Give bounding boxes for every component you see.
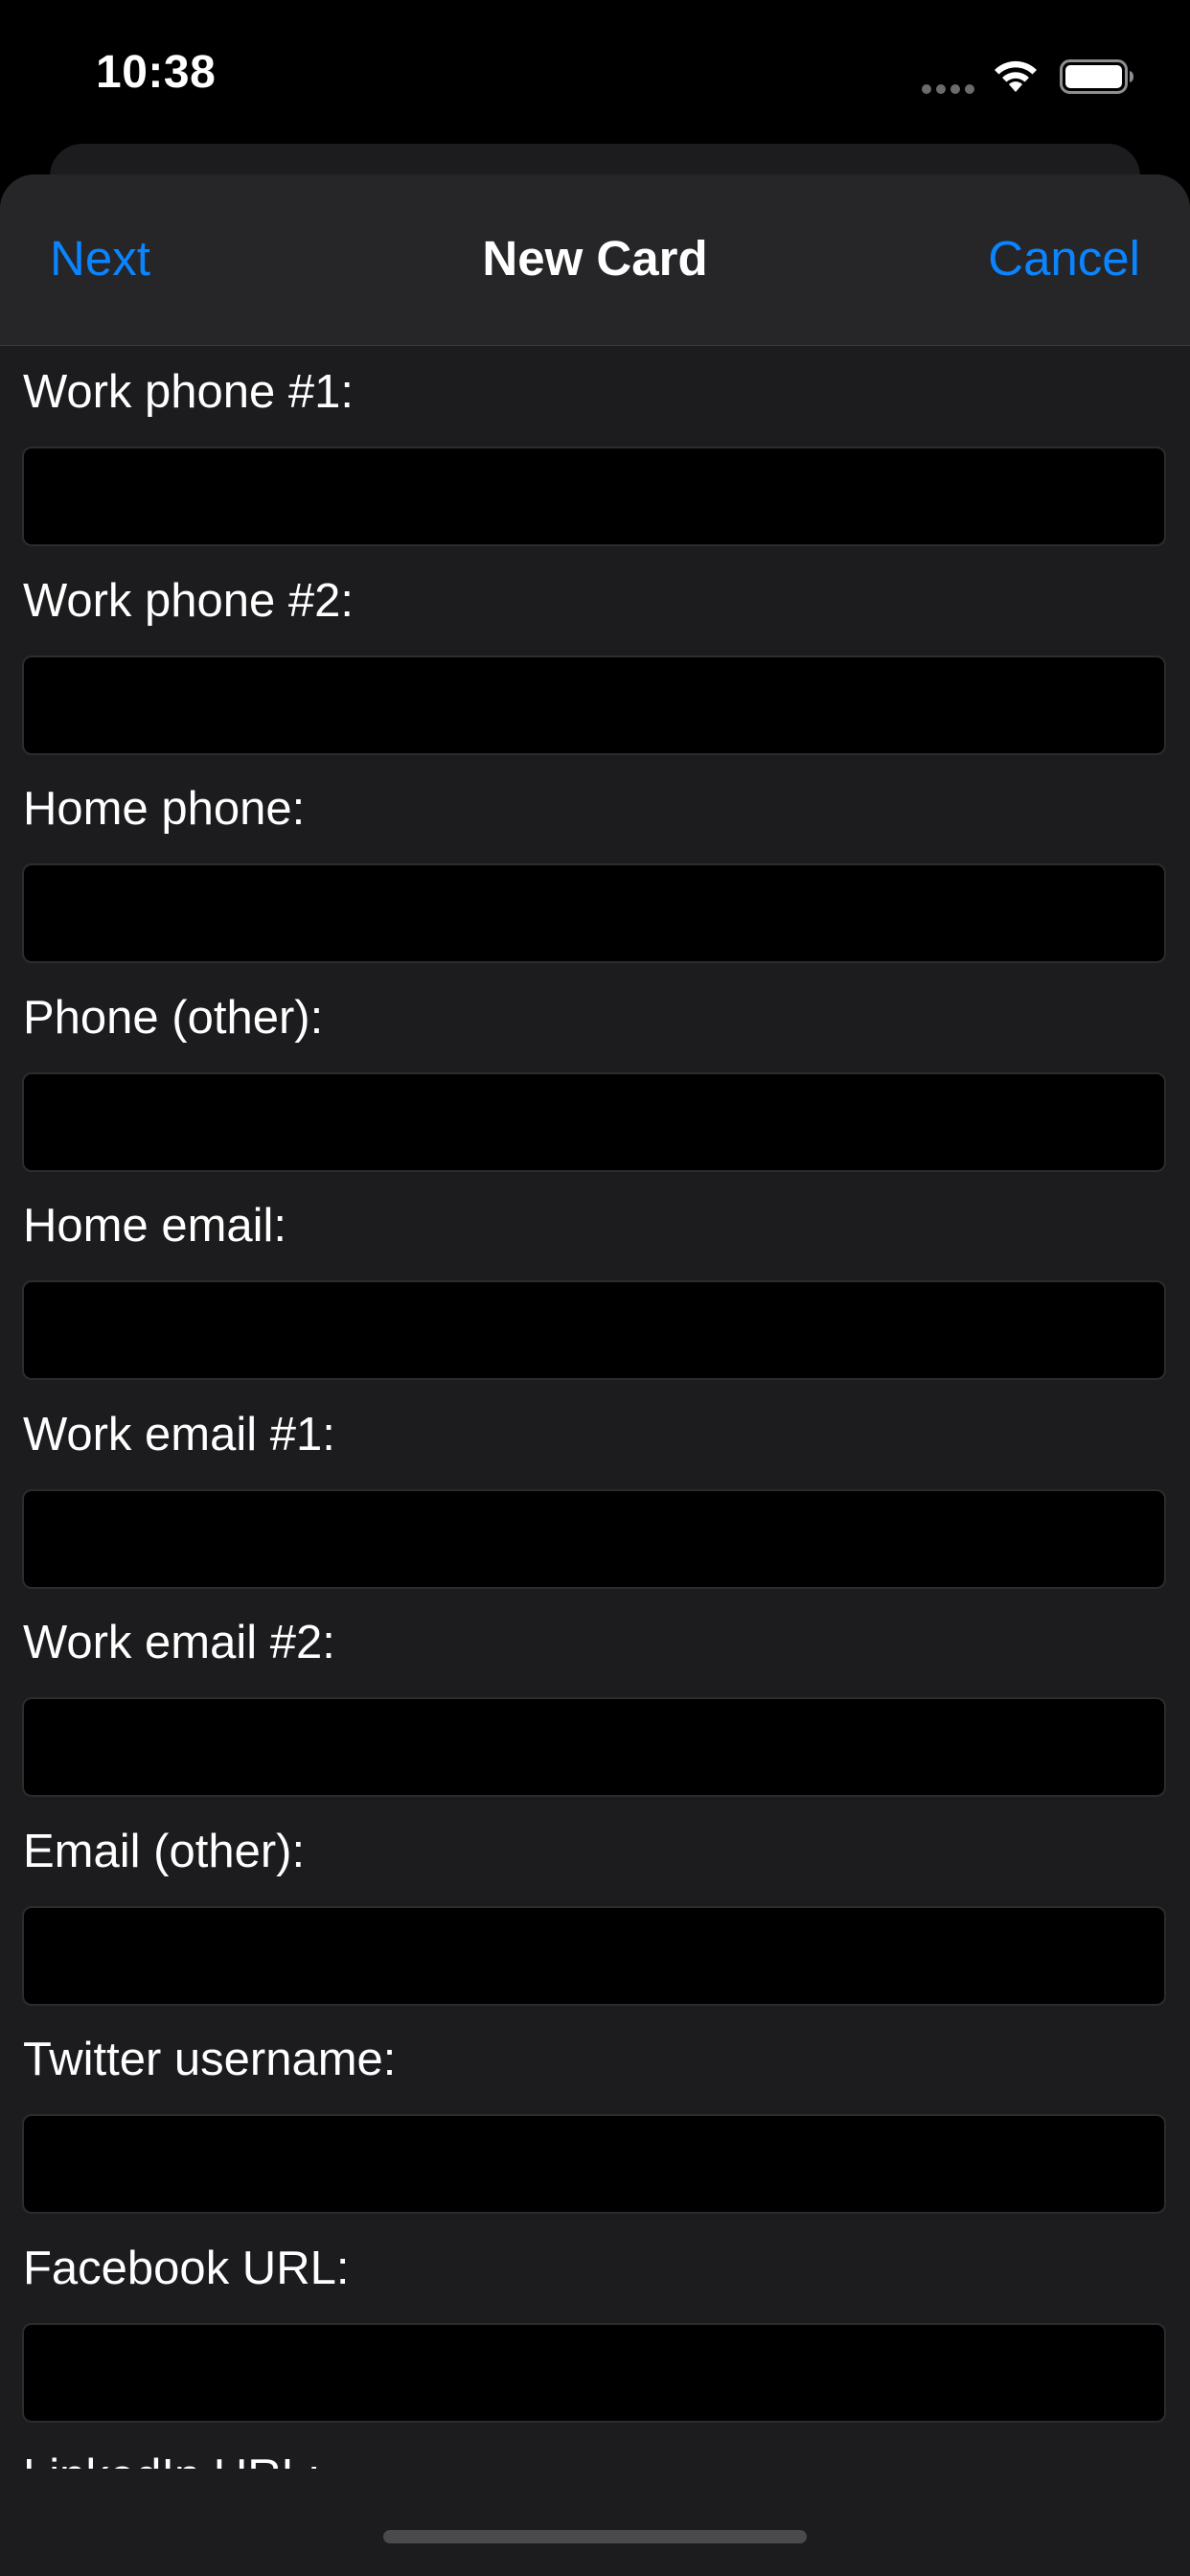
form-field-email-other: Email (other):	[0, 1806, 1190, 2014]
work-phone-1-input[interactable]	[22, 447, 1166, 546]
form-field-twitter-username: Twitter username:	[0, 2013, 1190, 2222]
work-email-1-input[interactable]	[22, 1488, 1166, 1589]
field-label: Work email #1:	[23, 1408, 335, 1460]
form-field-work-phone-1: Work phone #1:	[0, 346, 1190, 555]
battery-icon	[1060, 59, 1133, 94]
home-indicator[interactable]	[383, 2530, 807, 2543]
navigation-bar: Next New Card Cancel	[0, 174, 1190, 346]
field-label: Work phone #2:	[23, 574, 355, 627]
form-field-home-email: Home email:	[0, 1180, 1190, 1389]
phone-other-input[interactable]	[22, 1071, 1166, 1172]
status-bar: 10:38	[0, 0, 1190, 144]
cellular-dots-icon	[922, 84, 975, 96]
field-label: Work email #2:	[23, 1617, 335, 1668]
field-label: Email (other):	[23, 1825, 306, 1877]
field-label: Facebook URL:	[23, 2242, 350, 2294]
field-label: Phone (other):	[23, 991, 324, 1044]
work-phone-2-input[interactable]	[22, 655, 1166, 755]
cancel-button[interactable]: Cancel	[988, 230, 1140, 287]
email-other-input[interactable]	[22, 1905, 1166, 2006]
home-phone-input[interactable]	[22, 863, 1166, 963]
form-field-work-email-2: Work email #2:	[0, 1597, 1190, 1806]
work-email-2-input[interactable]	[22, 1697, 1166, 1797]
wifi-icon	[995, 60, 1037, 92]
form-field-phone-other: Phone (other):	[0, 972, 1190, 1181]
field-label: Home phone:	[23, 783, 306, 835]
scroll-clip-area	[0, 2469, 1190, 2576]
form-field-home-phone: Home phone:	[0, 763, 1190, 972]
new-card-sheet: Next New Card Cancel Work phone #1: Work…	[0, 174, 1190, 2576]
form-field-work-phone-2: Work phone #2:	[0, 555, 1190, 764]
field-label: Work phone #1:	[23, 366, 355, 418]
field-label: Home email:	[23, 1200, 287, 1252]
twitter-username-input[interactable]	[22, 2114, 1166, 2214]
field-label: Twitter username:	[23, 2034, 397, 2085]
home-email-input[interactable]	[22, 1280, 1166, 1380]
form-field-facebook-url: Facebook URL:	[0, 2222, 1190, 2431]
card-form: Work phone #1: Work phone #2: Home phone…	[0, 346, 1190, 2576]
status-time: 10:38	[96, 47, 217, 98]
facebook-url-input[interactable]	[22, 2322, 1166, 2423]
form-field-work-email-1: Work email #1:	[0, 1389, 1190, 1598]
